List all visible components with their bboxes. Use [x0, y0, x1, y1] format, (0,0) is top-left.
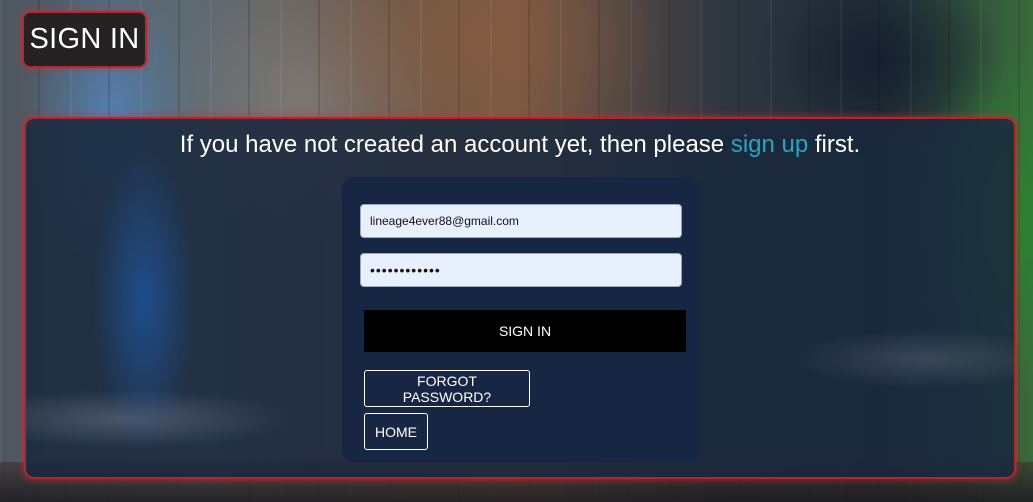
email-field[interactable] — [360, 204, 682, 238]
page-title-badge: SIGN IN — [22, 11, 147, 68]
forgot-password-button[interactable]: FORGOT PASSWORD? — [364, 370, 530, 407]
password-field[interactable] — [360, 253, 682, 287]
signup-link[interactable]: sign up — [731, 131, 808, 158]
signup-prompt-suffix: first. — [808, 131, 861, 158]
sign-in-button[interactable]: SIGN IN — [364, 310, 686, 352]
page-title: SIGN IN — [29, 23, 140, 55]
signup-prompt: If you have not created an account yet, … — [26, 131, 1014, 159]
signin-panel: If you have not created an account yet, … — [24, 117, 1016, 479]
home-button[interactable]: HOME — [364, 413, 428, 450]
signup-prompt-prefix: If you have not created an account yet, … — [179, 131, 731, 158]
login-form: SIGN IN FORGOT PASSWORD? HOME — [342, 177, 700, 462]
